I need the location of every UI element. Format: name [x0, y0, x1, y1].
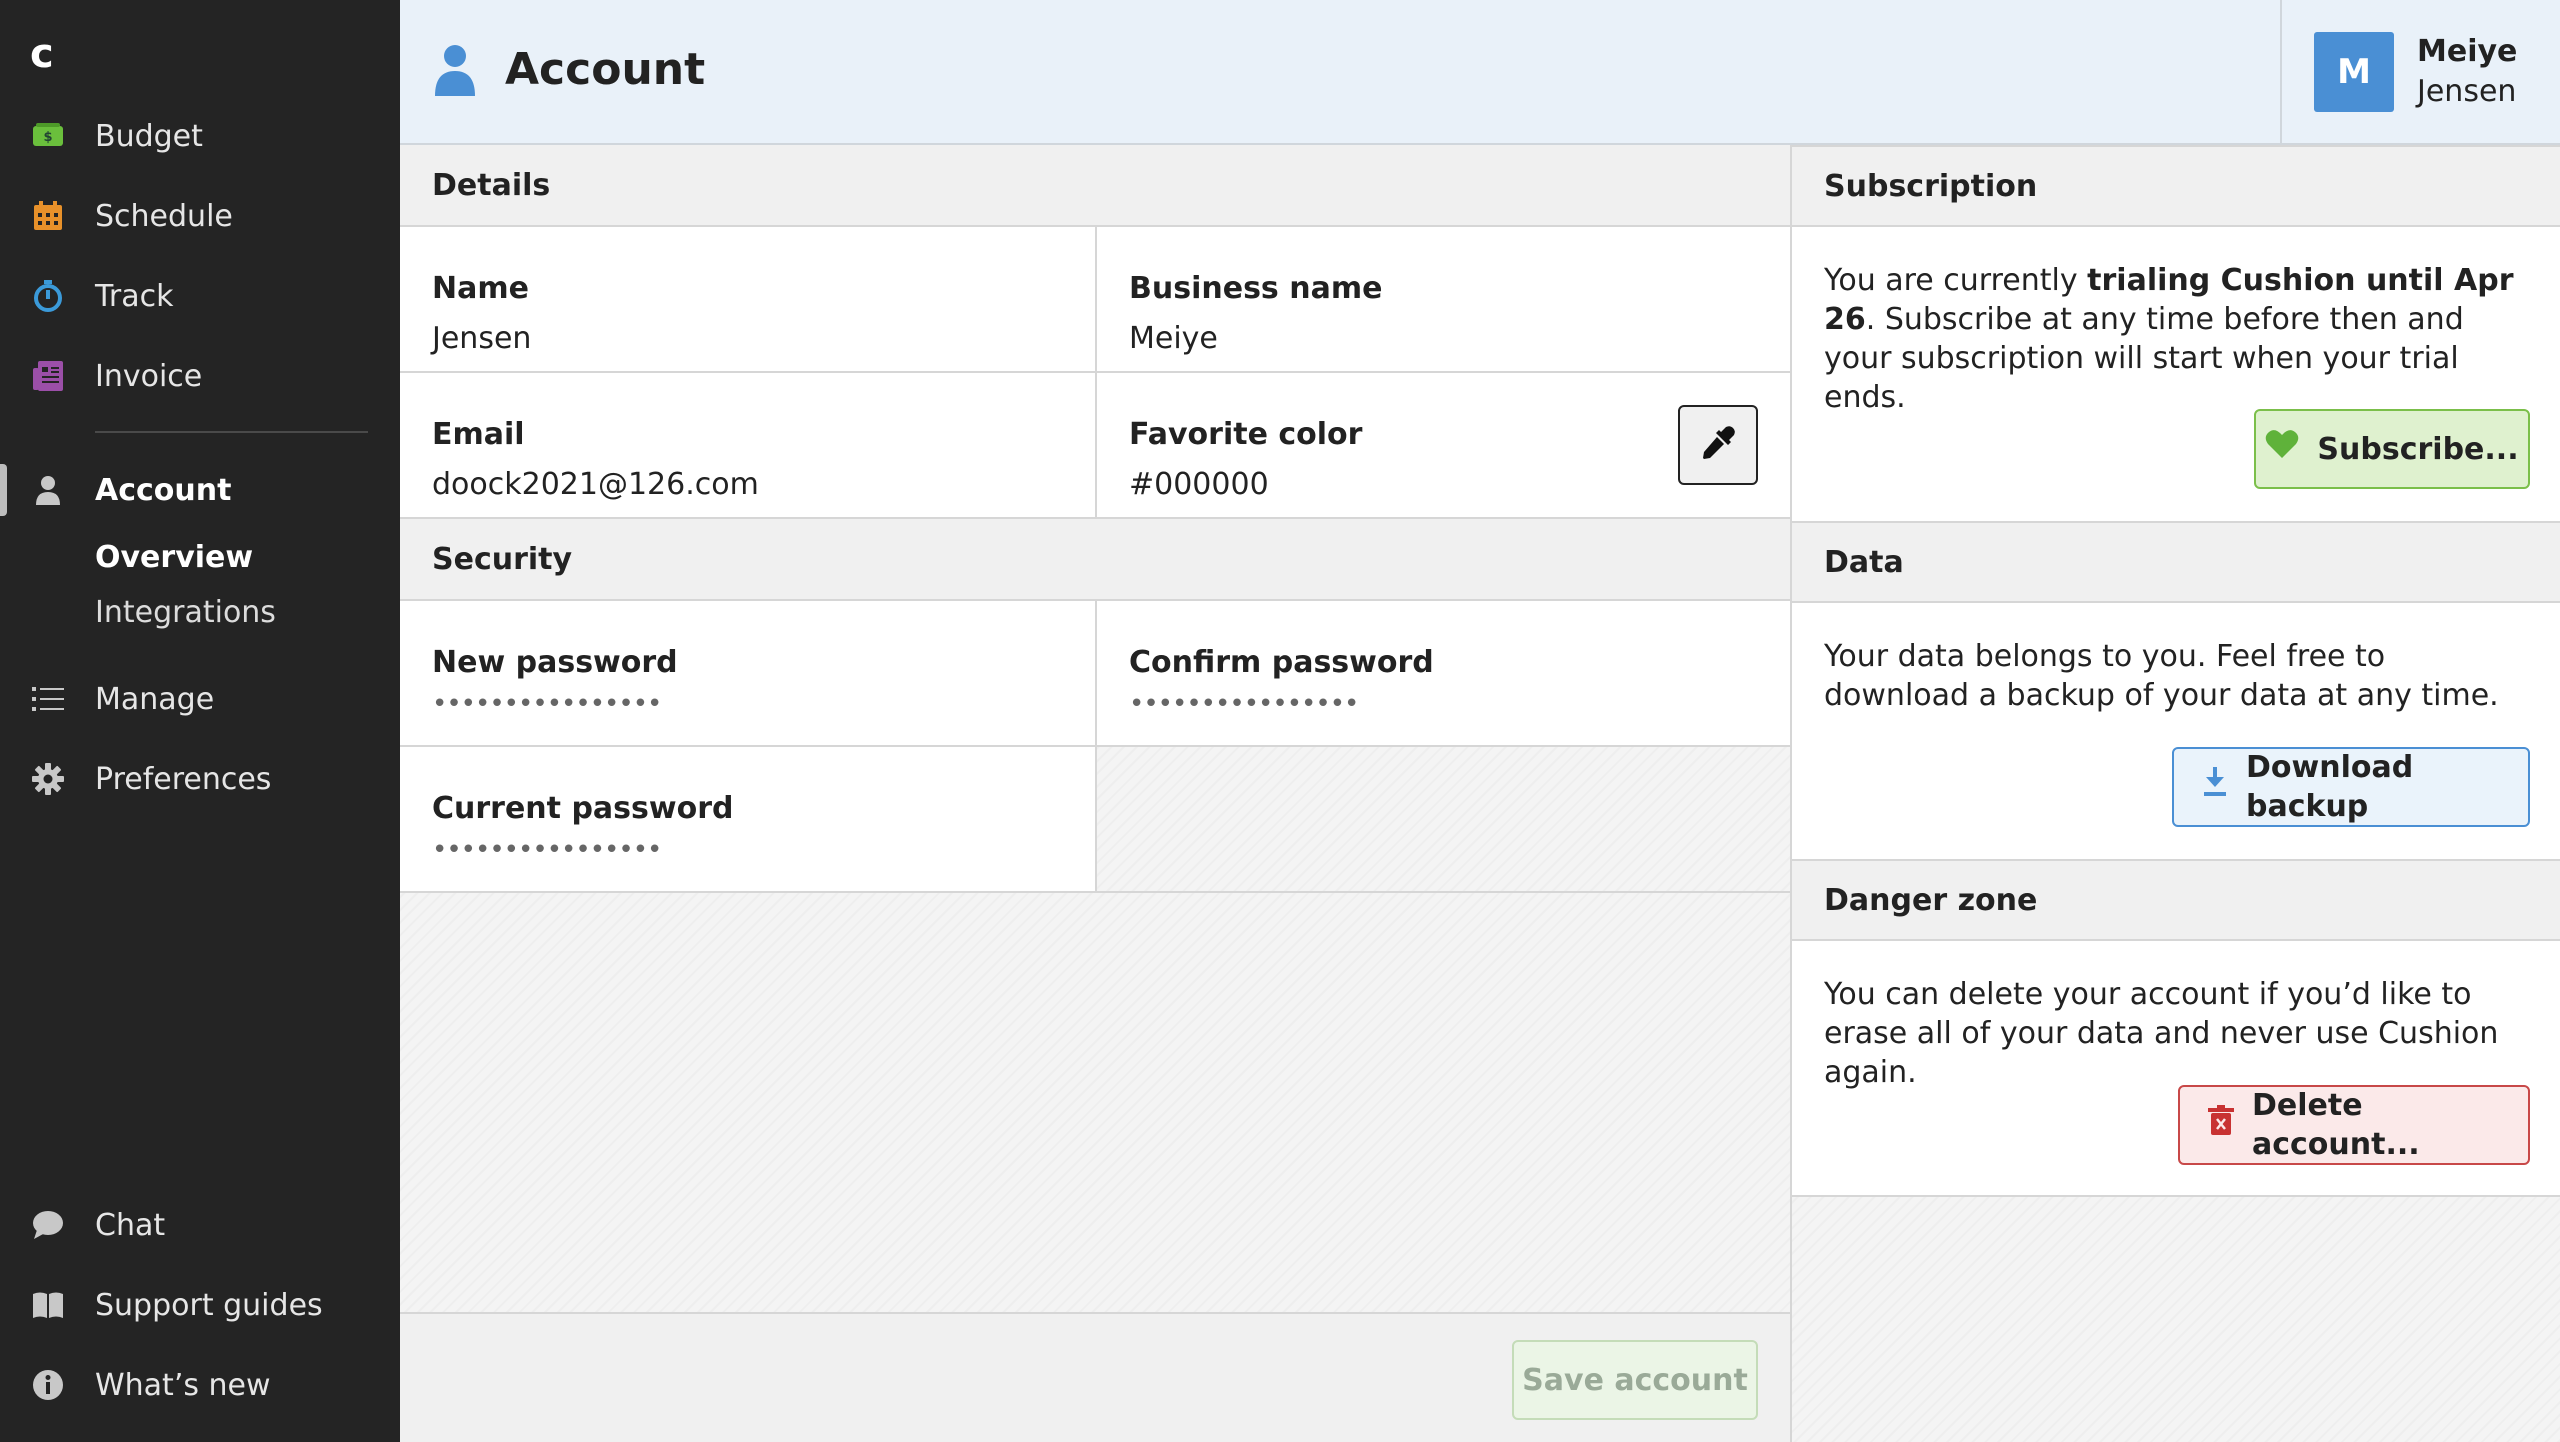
danger-zone-body: You can delete your account if you’d lik…	[1792, 941, 2560, 1197]
cushion-logo[interactable]: c	[30, 34, 70, 74]
data-text: Your data belongs to you. Feel free to d…	[1824, 639, 2499, 713]
favorite-color-field[interactable]: Favorite color #000000	[1095, 373, 1790, 519]
data-heading: Data	[1792, 521, 2560, 603]
subscription-text-pre: You are currently	[1824, 263, 2088, 298]
security-heading: Security	[400, 519, 1802, 601]
sidebar-item-chat[interactable]: Chat	[0, 1193, 400, 1257]
avatar: M	[2314, 32, 2394, 112]
sidebar-item-label: Preferences	[95, 761, 272, 797]
name-field[interactable]: Name Jensen	[400, 227, 1095, 373]
sidebar-item-invoice[interactable]: Invoice	[0, 344, 400, 408]
right-panel: Subscription You are currently trialing …	[1790, 145, 2560, 1442]
save-account-button[interactable]: Save account	[1512, 1340, 1758, 1420]
user-icon	[30, 472, 66, 508]
calendar-icon	[30, 198, 66, 234]
current-password-label: Current password	[432, 791, 734, 826]
sidebar-item-label: Track	[95, 278, 174, 314]
user-last-name: Jensen	[2417, 74, 2517, 109]
sidebar-item-support-guides[interactable]: Support guides	[0, 1273, 400, 1337]
delete-account-button[interactable]: Delete account...	[2178, 1085, 2530, 1165]
heart-icon	[2265, 429, 2299, 469]
list-icon	[30, 681, 66, 717]
confirm-password-value[interactable]: ••••••••••••••••	[1129, 689, 1359, 719]
favorite-color-label: Favorite color	[1129, 417, 1363, 452]
sidebar-item-schedule[interactable]: Schedule	[0, 184, 400, 248]
subscription-heading: Subscription	[1792, 145, 2560, 227]
sidebar-item-manage[interactable]: Manage	[0, 667, 400, 731]
download-icon	[2202, 767, 2228, 807]
current-password-value[interactable]: ••••••••••••••••	[432, 835, 662, 865]
subscribe-button-label: Subscribe...	[2317, 431, 2519, 467]
subnav-overview[interactable]: Overview	[95, 540, 253, 575]
download-button-label: Download backup	[2246, 750, 2414, 824]
current-password-field[interactable]: Current password ••••••••••••••••	[400, 747, 1095, 893]
business-name-label: Business name	[1129, 271, 1383, 306]
sidebar-item-preferences[interactable]: Preferences	[0, 747, 400, 811]
sidebar-item-track[interactable]: Track	[0, 264, 400, 328]
delete-button-label: Delete account...	[2252, 1088, 2420, 1162]
business-name-field[interactable]: Business name Meiye	[1095, 227, 1790, 373]
book-icon	[30, 1287, 66, 1323]
sidebar-item-label: Invoice	[95, 358, 203, 394]
sidebar-item-label: Chat	[95, 1207, 166, 1243]
sidebar-item-budget[interactable]: $ Budget	[0, 104, 400, 168]
details-heading: Details	[400, 145, 1802, 227]
info-icon	[30, 1367, 66, 1403]
chat-icon	[30, 1207, 66, 1243]
details-heading-text: Details	[432, 168, 551, 203]
trash-icon	[2208, 1105, 2234, 1145]
confirm-password-field[interactable]: Confirm password ••••••••••••••••	[1095, 601, 1790, 747]
user-menu[interactable]: M Meiye Jensen	[2280, 0, 2560, 145]
subscribe-button[interactable]: Subscribe...	[2254, 409, 2530, 489]
sidebar: c $ Budget Schedule Track Invoice Accoun…	[0, 0, 400, 1442]
new-password-value[interactable]: ••••••••••••••••	[432, 689, 662, 719]
page-title: Account	[505, 44, 706, 95]
business-name-value[interactable]: Meiye	[1129, 321, 1218, 356]
email-label: Email	[432, 417, 525, 452]
sidebar-item-label: Account	[95, 472, 232, 508]
name-value[interactable]: Jensen	[432, 321, 531, 356]
page-header: Account M Meiye Jensen	[400, 0, 2560, 145]
form-footer: Save account	[400, 1312, 1790, 1442]
svg-text:$: $	[43, 130, 52, 145]
subscription-text: You are currently trialing Cushion until…	[1824, 261, 2534, 417]
gear-icon	[30, 761, 66, 797]
confirm-password-label: Confirm password	[1129, 645, 1434, 680]
danger-zone-heading: Danger zone	[1792, 859, 2560, 941]
color-picker-button[interactable]	[1678, 405, 1758, 485]
sidebar-item-label: Support guides	[95, 1287, 323, 1323]
stopwatch-icon	[30, 278, 66, 314]
budget-icon: $	[30, 118, 66, 154]
sidebar-item-label: Manage	[95, 681, 215, 717]
sidebar-item-account[interactable]: Account	[0, 458, 400, 522]
favorite-color-value[interactable]: #000000	[1129, 467, 1269, 502]
sidebar-item-label: What’s new	[95, 1367, 271, 1403]
subscription-text-post: . Subscribe at any time before then and …	[1824, 302, 2464, 415]
name-label: Name	[432, 271, 529, 306]
sidebar-item-label: Schedule	[95, 198, 233, 234]
security-heading-text: Security	[432, 542, 573, 577]
empty-cell	[1095, 747, 1790, 893]
user-first-name: Meiye	[2417, 34, 2518, 69]
sidebar-item-label: Budget	[95, 118, 203, 154]
download-backup-button[interactable]: Download backup	[2172, 747, 2530, 827]
subnav-integrations[interactable]: Integrations	[95, 595, 276, 630]
new-password-label: New password	[432, 645, 678, 680]
data-body: Your data belongs to you. Feel free to d…	[1792, 603, 2560, 859]
sidebar-divider	[95, 431, 368, 433]
invoice-icon	[30, 358, 66, 394]
danger-text: You can delete your account if you’d lik…	[1824, 977, 2499, 1090]
new-password-field[interactable]: New password ••••••••••••••••	[400, 601, 1095, 747]
email-field[interactable]: Email doock2021@126.com	[400, 373, 1095, 519]
user-icon	[433, 44, 477, 96]
email-value[interactable]: doock2021@126.com	[432, 467, 759, 502]
eyedropper-icon	[1700, 425, 1736, 465]
subscription-body: You are currently trialing Cushion until…	[1792, 227, 2560, 523]
sidebar-item-whats-new[interactable]: What’s new	[0, 1353, 400, 1417]
